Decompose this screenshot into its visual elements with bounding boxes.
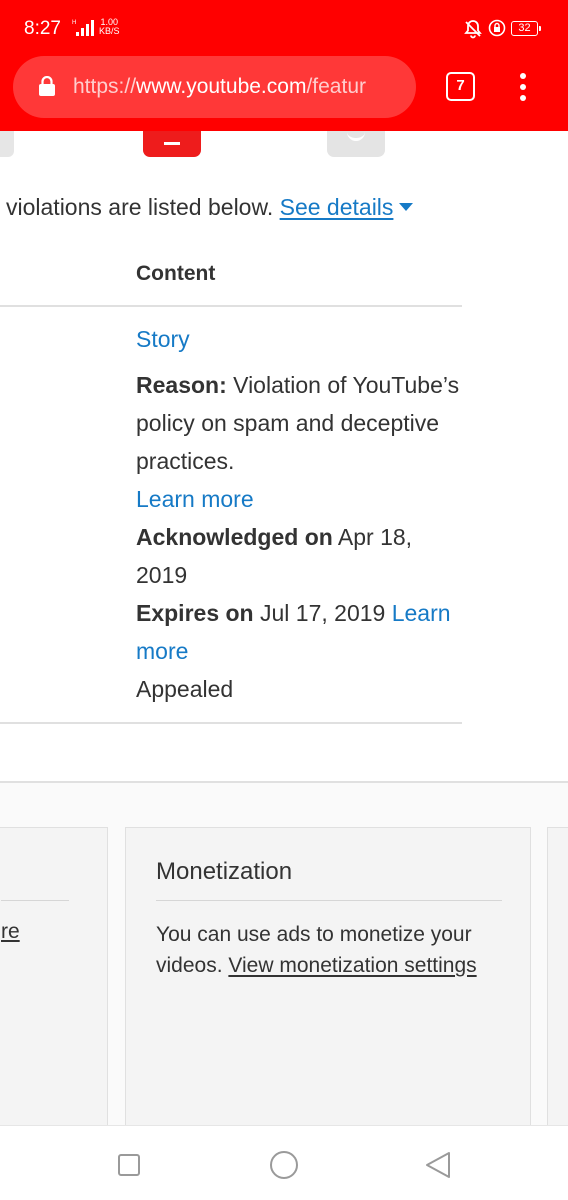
battery-indicator: 32 <box>511 21 541 36</box>
strike-placeholder-icon <box>0 131 14 157</box>
navigation-bar <box>0 1125 568 1200</box>
strikes-intro-text: violations are listed below. <box>6 194 274 220</box>
url-scheme: https:// <box>73 75 137 98</box>
smile-placeholder-icon <box>327 131 385 157</box>
card-divider <box>156 900 502 901</box>
partial-card-link[interactable]: re <box>1 920 20 944</box>
see-details-link[interactable]: See details <box>280 194 394 220</box>
strike-icons-row <box>0 131 568 161</box>
expires-row: Expires on Jul 17, 2019 Learn more <box>136 594 466 670</box>
partial-card-right <box>547 827 568 1127</box>
view-monetization-settings-link[interactable]: View monetization settings <box>228 954 476 977</box>
content-column-header: Content <box>136 262 216 285</box>
partial-card-left: re <box>0 827 108 1127</box>
url-host: www.youtube.com <box>136 75 307 98</box>
signal-icon: H <box>72 20 94 36</box>
rotation-lock-icon <box>488 19 506 37</box>
browser-chrome: 8:27 H 1.00 KB/S 32 https://www.youtube.… <box>0 0 568 131</box>
learn-more-link[interactable]: Learn more <box>136 480 466 518</box>
home-icon[interactable] <box>267 1148 301 1182</box>
monetization-card: Monetization You can use ads to monetize… <box>125 827 531 1127</box>
tab-switcher-button[interactable]: 7 <box>446 72 475 101</box>
expires-label: Expires on <box>136 600 254 626</box>
network-speed-unit: KB/S <box>99 26 120 36</box>
strike-status: Appealed <box>136 676 234 702</box>
bell-off-icon <box>464 20 482 39</box>
strike-reason: Reason: Violation of YouTube’s policy on… <box>136 366 466 480</box>
expires-date: Jul 17, 2019 <box>260 600 386 626</box>
url-path: /featur <box>306 75 366 98</box>
monetization-title: Monetization <box>156 858 293 885</box>
strike-content-link[interactable]: Story <box>136 320 466 358</box>
caret-down-icon[interactable] <box>399 203 414 211</box>
url-bar[interactable]: https://www.youtube.com/featur <box>13 56 416 118</box>
active-strike-icon <box>143 131 201 157</box>
row-divider <box>0 722 462 724</box>
strike-detail: Story Reason: Violation of YouTube’s pol… <box>136 320 466 708</box>
header-divider <box>0 305 462 307</box>
acknowledged-label: Acknowledged on <box>136 524 333 550</box>
more-options-icon[interactable] <box>515 72 531 102</box>
monetization-body: You can use ads to monetize your videos.… <box>156 919 506 981</box>
acknowledged-row: Acknowledged on Apr 18, 2019 <box>136 518 466 594</box>
lock-icon <box>39 76 55 96</box>
back-icon[interactable] <box>421 1148 455 1182</box>
url-text[interactable]: https://www.youtube.com/featur <box>73 75 405 99</box>
reason-label: Reason: <box>136 372 227 398</box>
strikes-intro: violations are listed below. See details <box>6 194 414 221</box>
network-speed: 1.00 KB/S <box>99 18 120 36</box>
network-type: H <box>72 20 76 26</box>
card-divider <box>1 900 69 901</box>
status-bar: 8:27 H 1.00 KB/S 32 <box>0 0 568 56</box>
recent-apps-icon[interactable] <box>112 1148 146 1182</box>
status-time: 8:27 <box>24 18 61 39</box>
